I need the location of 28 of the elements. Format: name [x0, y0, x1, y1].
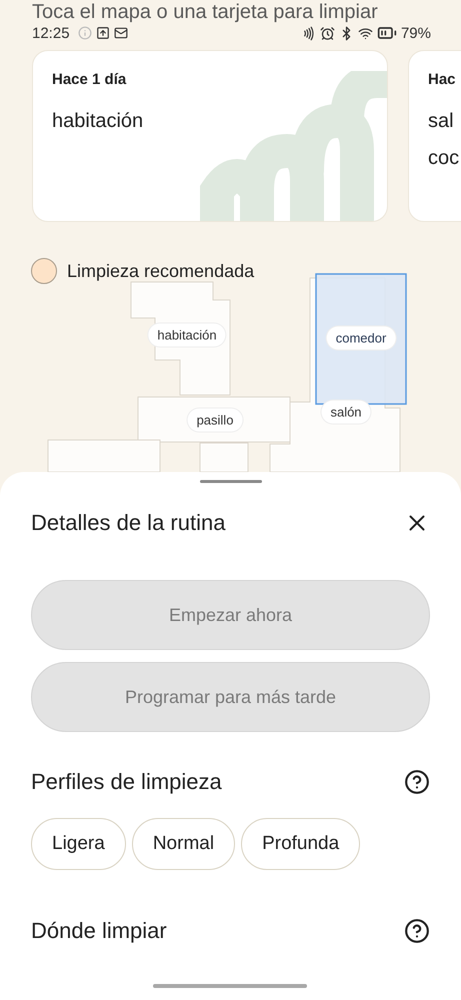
upload-icon	[96, 26, 110, 40]
room-label[interactable]: habitación	[148, 324, 226, 346]
history-card[interactable]: Hac sal coc	[408, 50, 461, 222]
status-time: 12:25	[32, 24, 70, 42]
card-time: Hac	[428, 71, 457, 88]
profile-chip[interactable]: Ligera	[31, 818, 126, 870]
profile-chip[interactable]: Profunda	[241, 818, 360, 870]
info-icon	[78, 26, 92, 40]
section-title: Perfiles de limpieza	[31, 769, 222, 795]
room-label[interactable]: pasillo	[188, 408, 242, 432]
legend-label: Limpieza recomendada	[67, 260, 254, 282]
sheet-title: Detalles de la rutina	[31, 510, 226, 536]
profile-chip[interactable]: Normal	[132, 818, 236, 870]
mail-icon	[114, 26, 128, 40]
room-label[interactable]: comedor	[326, 326, 396, 350]
help-icon[interactable]	[404, 769, 430, 795]
hint-text: Toca el mapa o una tarjeta para limpiar	[31, 0, 379, 22]
card-room: coc	[428, 147, 460, 170]
card-room: sal	[428, 110, 455, 133]
wifi-icon	[358, 26, 373, 40]
room-label[interactable]: salón	[321, 400, 371, 424]
card-time: Hace 1 día	[52, 71, 128, 88]
card-room: habitación	[52, 110, 144, 133]
section-title: Dónde limpiar	[31, 918, 167, 944]
history-card[interactable]: Hace 1 día habitación	[32, 50, 388, 222]
help-icon[interactable]	[404, 918, 430, 944]
battery-level: 79%	[400, 24, 431, 42]
alarm-icon	[320, 26, 335, 40]
